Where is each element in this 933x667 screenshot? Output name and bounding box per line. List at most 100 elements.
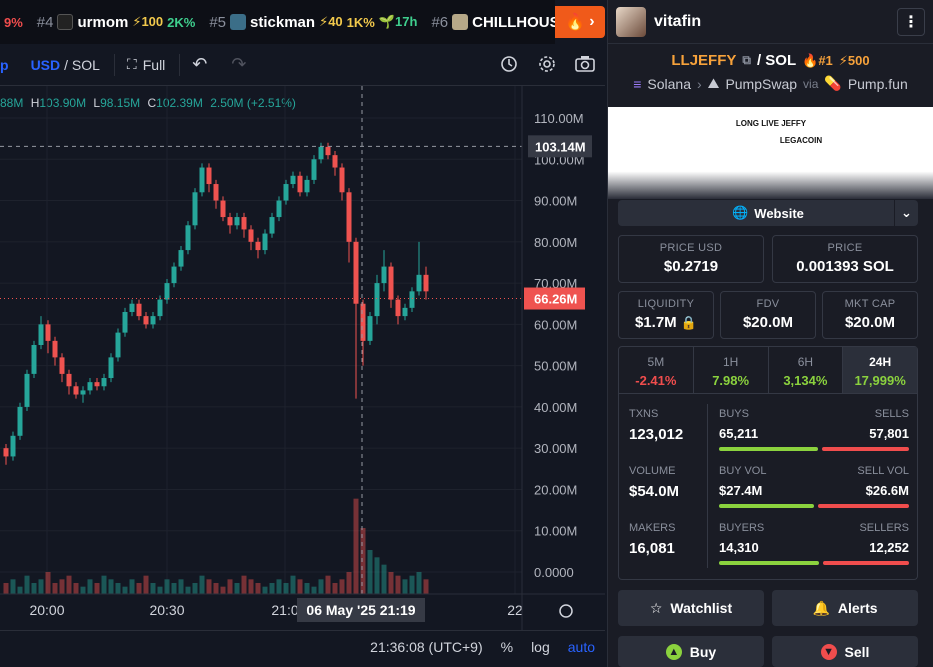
volume-bar	[52, 583, 58, 594]
watchlist-button[interactable]: ☆ Watchlist	[618, 590, 764, 626]
ticker-item-6[interactable]: #6 CHILLHOUS	[431, 14, 555, 31]
buy-button[interactable]: ▲ Buy	[618, 636, 764, 667]
x-tick-label: 20:30	[149, 602, 184, 618]
more-menu-button[interactable]: ⋮	[897, 7, 925, 36]
redo-button[interactable]: ↷	[231, 54, 246, 75]
launchpad-name[interactable]: Pump.fun	[848, 76, 908, 92]
sell-button[interactable]: ▼ Sell	[772, 636, 918, 667]
ticker-item-5[interactable]: #5 stickman ⚡40 1K% 🌱17h	[209, 14, 417, 31]
price-chart[interactable]: 110.00M100.00M90.00M80.00M70.00M60.00M50…	[0, 86, 605, 630]
boost-count: ⚡500	[838, 52, 870, 68]
candle-body	[325, 146, 331, 156]
user-name[interactable]: vitafin	[654, 13, 897, 31]
undo-button[interactable]: ↶	[192, 54, 207, 75]
fdv-label: FDV	[756, 298, 780, 310]
buy-bar	[719, 561, 820, 565]
tab-label: 1H	[722, 355, 739, 369]
currency-usd[interactable]: USD	[31, 57, 61, 73]
volume-bar	[206, 579, 212, 594]
volume-bar	[129, 579, 135, 594]
y-tick-label: 20.00M	[534, 482, 577, 497]
log-scale-toggle[interactable]: log	[531, 639, 550, 655]
y-tick-label: 10.00M	[534, 524, 577, 539]
arrow-up-circle-icon: ▲	[665, 643, 682, 660]
clock-time: 21:36:08 (UTC+9)	[370, 638, 483, 655]
candle-body	[73, 386, 79, 395]
volume-bar	[423, 579, 429, 594]
candle-body	[297, 175, 303, 193]
candle-body	[423, 274, 429, 292]
tab-5m[interactable]: 5M -2.41%	[619, 347, 694, 393]
symbol-partial[interactable]: p	[0, 57, 9, 73]
y-tick-label: 0.0000	[534, 565, 574, 580]
candle-body	[108, 357, 114, 379]
alerts-label: Alerts	[837, 600, 878, 616]
banner-line-2: LEGACOIN	[779, 136, 823, 145]
mcap-value: $20.0M	[844, 314, 896, 331]
volume-bar	[269, 583, 275, 594]
candle-body	[192, 192, 198, 226]
token-thumb-icon	[230, 14, 247, 30]
ticker-boost: ⚡40	[319, 14, 343, 29]
volume-bar	[220, 586, 226, 594]
chain-name[interactable]: Solana	[647, 76, 691, 92]
price-sol-label: PRICE	[827, 242, 863, 254]
y-tick-label: 90.00M	[534, 194, 577, 209]
website-button[interactable]: 🌐 Website ⌄	[618, 200, 918, 226]
x-tick-label: 20:00	[29, 602, 64, 618]
stats-row-txns: TXNS 123,012 BUYS SELLS 65,211 57,801	[619, 400, 919, 456]
x-tick-label: 22	[507, 602, 523, 618]
volume-bar	[311, 586, 317, 594]
ticker-item-3[interactable]: 9%	[0, 15, 23, 30]
volume-bar	[122, 586, 128, 594]
fullscreen-button[interactable]: ⛶ Full	[127, 56, 165, 73]
makers-value: 16,081	[629, 540, 675, 557]
dex-name[interactable]: PumpSwap	[725, 76, 797, 92]
currency-sol[interactable]: / SOL	[64, 57, 100, 73]
candle-body	[276, 200, 282, 218]
avatar[interactable]	[616, 6, 646, 37]
last-price-label: 66.26M	[534, 292, 577, 307]
candle-body	[101, 378, 107, 387]
candle-body	[3, 448, 9, 457]
tab-6h[interactable]: 6H 3,134%	[769, 347, 844, 393]
auto-scale-toggle[interactable]: auto	[568, 639, 595, 655]
candle-body	[269, 217, 275, 234]
percent-scale-toggle[interactable]: %	[501, 639, 513, 655]
volume-bar	[94, 583, 100, 594]
tab-label: 6H	[797, 355, 814, 369]
buyvol-label: BUY VOL	[719, 465, 767, 477]
volume-bar	[402, 579, 408, 594]
ticker-item-4[interactable]: #4 urmom ⚡100 2K%	[37, 14, 196, 31]
sell-bar	[821, 447, 909, 451]
candle-body	[227, 217, 233, 226]
volume-bar	[388, 572, 394, 594]
currency-toggle[interactable]: USD / SOL	[31, 57, 100, 73]
sells-value: 57,801	[869, 426, 909, 441]
watchlist-label: Watchlist	[670, 600, 733, 616]
tab-24h[interactable]: 24H 17,999%	[843, 347, 917, 393]
camera-icon[interactable]	[573, 52, 597, 76]
liquidity-label: LIQUIDITY	[637, 298, 695, 310]
candle-body	[87, 382, 93, 391]
chevron-down-icon[interactable]: ⌄	[894, 200, 918, 226]
ticker-name: CHILLHOUS	[472, 13, 555, 31]
txns-cell: TXNS 123,012	[629, 408, 683, 443]
price-sol-box: PRICE 0.001393 SOL	[772, 235, 918, 283]
pill-icon: 💊	[824, 75, 842, 91]
settings-gear-icon[interactable]	[535, 52, 559, 76]
copy-icon[interactable]: ⧉	[742, 53, 751, 68]
trending-rank: 🔥#1	[802, 52, 833, 68]
liquidity-box: LIQUIDITY $1.7M 🔒	[618, 291, 714, 339]
banner-line-1: LONG LIVE JEFFY	[735, 119, 807, 128]
volume-bar	[283, 583, 289, 594]
hot-pairs-button[interactable]: 🔥 ›	[555, 6, 605, 38]
candle-body	[360, 303, 366, 341]
ticker-change: 1K%	[346, 14, 375, 30]
candle-body	[136, 303, 142, 317]
axis-settings-icon[interactable]	[559, 604, 573, 618]
replay-icon[interactable]	[497, 52, 521, 76]
alerts-button[interactable]: 🔔 Alerts	[772, 590, 918, 626]
makers-cell: MAKERS 16,081	[629, 522, 675, 557]
tab-1h[interactable]: 1H 7.98%	[694, 347, 769, 393]
